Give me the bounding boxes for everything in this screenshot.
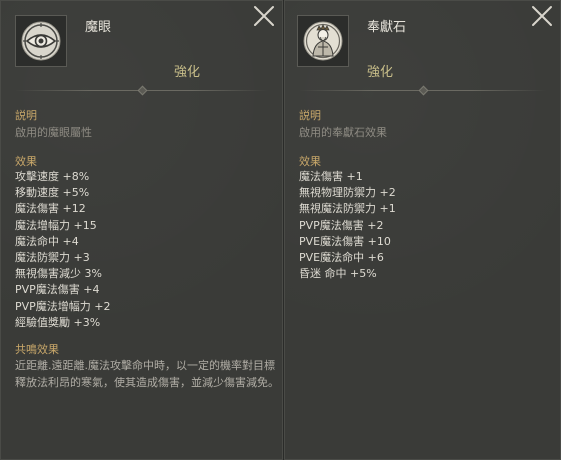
- effects-heading: 效果: [15, 155, 37, 168]
- effect-item: PVE魔法命中 +6: [299, 251, 384, 265]
- effects-list: 魔法傷害 +1 無視物理防禦力 +2 無視魔法防禦力 +1 PVP魔法傷害 +2…: [299, 169, 396, 282]
- effect-item: PVP魔法增幅力 +2: [15, 299, 111, 313]
- description-text: 啟用的奉獻石效果: [299, 126, 387, 139]
- effect-item: 魔法增幅力 +15: [15, 218, 97, 232]
- effect-item: 移動速度 +5%: [15, 186, 90, 200]
- effect-item: 魔法防禦力 +3: [15, 251, 90, 265]
- effect-item: 無視傷害減少 3%: [15, 267, 102, 281]
- description-text: 啟用的魔眼屬性: [15, 126, 92, 139]
- demon-eye-icon: [21, 21, 61, 61]
- tooltip-panel-demon-eye: 魔眼 強化 説明 啟用的魔眼屬性 效果 攻擊速度 +8% 移動速度 +5% 魔法…: [0, 0, 283, 460]
- item-subtitle: 強化: [173, 65, 200, 80]
- effect-item: 經驗值獎勵 +3%: [15, 315, 101, 329]
- effect-item: 昏迷 命中 +5%: [299, 267, 377, 281]
- effects-list: 攻擊速度 +8% 移動速度 +5% 魔法傷害 +12 魔法增幅力 +15 魔法命…: [15, 169, 111, 331]
- effect-item: 無視魔法防禦力 +1: [299, 202, 396, 216]
- effect-item: 魔法命中 +4: [15, 234, 79, 248]
- effect-item: 魔法傷害 +12: [15, 202, 86, 216]
- item-icon-frame: [297, 15, 349, 67]
- effect-item: 無視物理防禦力 +2: [299, 186, 396, 200]
- resonance-text: 近距離.遠距離.魔法攻擊命中時，以一定的機率對目標釋放法利昂的寒氣，使其造成傷害…: [15, 359, 279, 389]
- description-heading: 説明: [15, 109, 37, 122]
- priest-figure-icon: [303, 21, 343, 61]
- item-title: 奉獻石: [367, 20, 407, 35]
- effects-heading: 效果: [299, 155, 321, 168]
- effect-item: PVE魔法傷害 +10: [299, 234, 391, 248]
- effect-item: PVP魔法傷害 +2: [299, 218, 384, 232]
- item-subtitle: 強化: [367, 65, 394, 80]
- header-separator: [299, 85, 546, 96]
- close-icon[interactable]: [252, 4, 276, 28]
- effect-item: 攻擊速度 +8%: [15, 170, 90, 183]
- header-separator: [15, 85, 268, 96]
- item-icon-frame: [15, 15, 67, 67]
- item-title: 魔眼: [85, 20, 112, 35]
- resonance-heading: 共鳴效果: [15, 343, 59, 356]
- description-heading: 説明: [299, 109, 321, 122]
- close-icon[interactable]: [530, 4, 554, 28]
- effect-item: PVP魔法傷害 +4: [15, 283, 100, 297]
- effect-item: 魔法傷害 +1: [299, 170, 363, 183]
- tooltip-panel-offering-stone: 奉獻石 強化 説明 啟用的奉獻石效果 效果 魔法傷害 +1 無視物理防禦力 +2…: [284, 0, 561, 460]
